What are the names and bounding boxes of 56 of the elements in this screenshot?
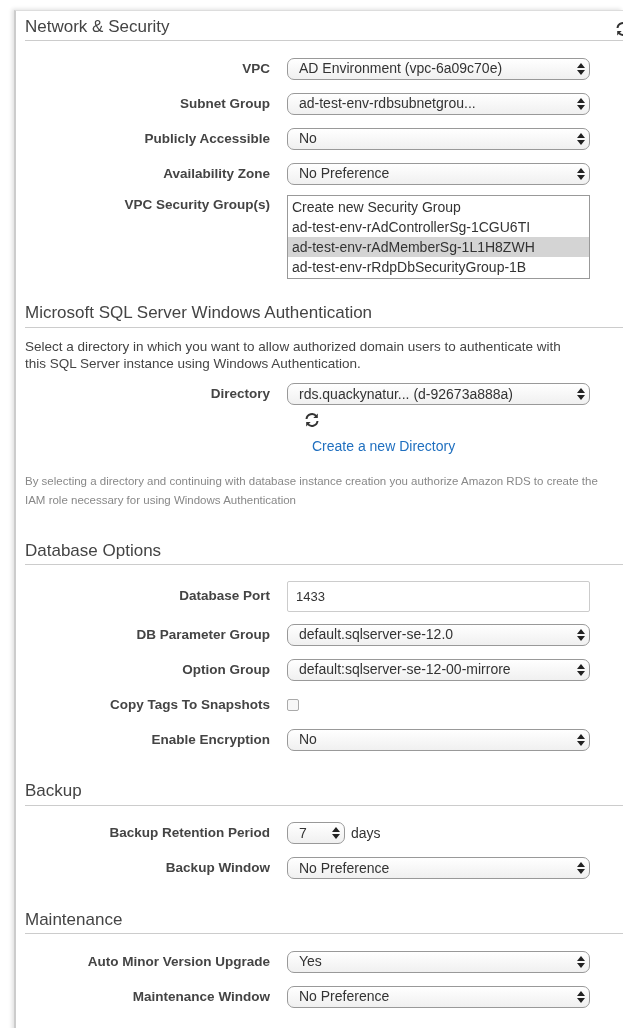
field-label: Database Port [178, 587, 271, 606]
select-field[interactable]: No Preference [287, 985, 590, 1008]
up-down-arrows-icon [577, 628, 585, 641]
select-field[interactable]: No Preference [287, 162, 590, 185]
select-field[interactable]: rds.quackynatur... (d-92673a888a) [287, 383, 590, 406]
list-option[interactable]: Create new Security Group [288, 197, 589, 218]
field-label: Availability Zone [162, 164, 271, 183]
field-label: Subnet Group [179, 94, 271, 113]
note-text: By selecting a directory and continuing with database instance creation you authorize Amazon RDS to create the IAM role necessary for using Windows Authentication [25, 473, 599, 509]
select-field[interactable]: default:sqlserver-se-12-00-mirrore [287, 658, 590, 681]
select-field[interactable]: No Preference [287, 857, 590, 880]
unit-label: days [351, 823, 381, 843]
select-field[interactable]: default.sqlserver-se-12.0 [287, 623, 590, 646]
select-field[interactable]: No [287, 728, 590, 751]
up-down-arrows-icon [577, 955, 585, 968]
field-label: Copy Tags To Snapshots [109, 695, 271, 714]
section-title: Microsoft SQL Server Windows Authentication [25, 303, 373, 324]
field-label: VPC [241, 59, 271, 78]
section-title: Network & Security [25, 17, 170, 38]
field-label: VPC Security Group(s) [123, 196, 271, 215]
section-title: Maintenance [25, 909, 123, 931]
field-label: DB Parameter Group [135, 625, 271, 644]
up-down-arrows-icon [577, 132, 585, 145]
select-field[interactable]: No [287, 127, 590, 150]
select-field[interactable]: 7 [287, 822, 345, 845]
up-down-arrows-icon [577, 733, 585, 746]
list-option[interactable]: ad-test-env-rRdpDbSecurityGroup-1B [288, 257, 589, 278]
section-title: Backup [25, 781, 82, 802]
field-label: Auto Minor Version Upgrade [86, 952, 271, 971]
create-directory-link[interactable]: Create a new Directory [312, 437, 456, 454]
select-field[interactable]: AD Environment (vpc-6a09c70e) [287, 57, 590, 80]
input-field[interactable]: 1433 [287, 580, 590, 612]
up-down-arrows-icon [577, 862, 585, 875]
up-down-arrows-icon [577, 663, 585, 676]
section-title: Database Options [25, 540, 162, 562]
list-option[interactable]: ad-test-env-rAdControllerSg-1CGU6TI [288, 217, 589, 238]
up-down-arrows-icon [577, 167, 585, 180]
select-field[interactable]: Yes [287, 950, 590, 973]
field-label: Directory [209, 385, 271, 404]
security-group-list[interactable]: Create new Security Group ad-test-env-rAdControllerSg-1CGU6TI ad-test-env-rAdMemberSg-1L1H8ZWH ad-test-env-rRdpDbSecurityGroup-1B [287, 195, 590, 280]
up-down-arrows-icon [577, 990, 585, 1003]
field-label: Enable Encryption [150, 730, 271, 749]
select-field[interactable]: ad-test-env-rdbsubnetgrou... [287, 92, 590, 115]
field-label: Publicly Accessible [143, 129, 271, 148]
up-down-arrows-icon [577, 388, 585, 401]
up-down-arrows-icon [577, 97, 585, 110]
up-down-arrows-icon [577, 62, 585, 75]
field-label: Option Group [181, 660, 271, 679]
list-option[interactable]: ad-test-env-rAdMemberSg-1L1H8ZWH [288, 237, 589, 258]
refresh-icon[interactable] [304, 411, 320, 428]
description-text: Select a directory in which you want to allow authorized domain users to authenticate with this SQL Server instance using Windows Authentication. [25, 337, 562, 373]
checkbox[interactable] [287, 698, 299, 711]
up-down-arrows-icon [332, 827, 340, 840]
field-label: Backup Window [164, 859, 271, 878]
field-label: Backup Retention Period [108, 824, 271, 843]
field-label: Maintenance Window [131, 987, 271, 1006]
